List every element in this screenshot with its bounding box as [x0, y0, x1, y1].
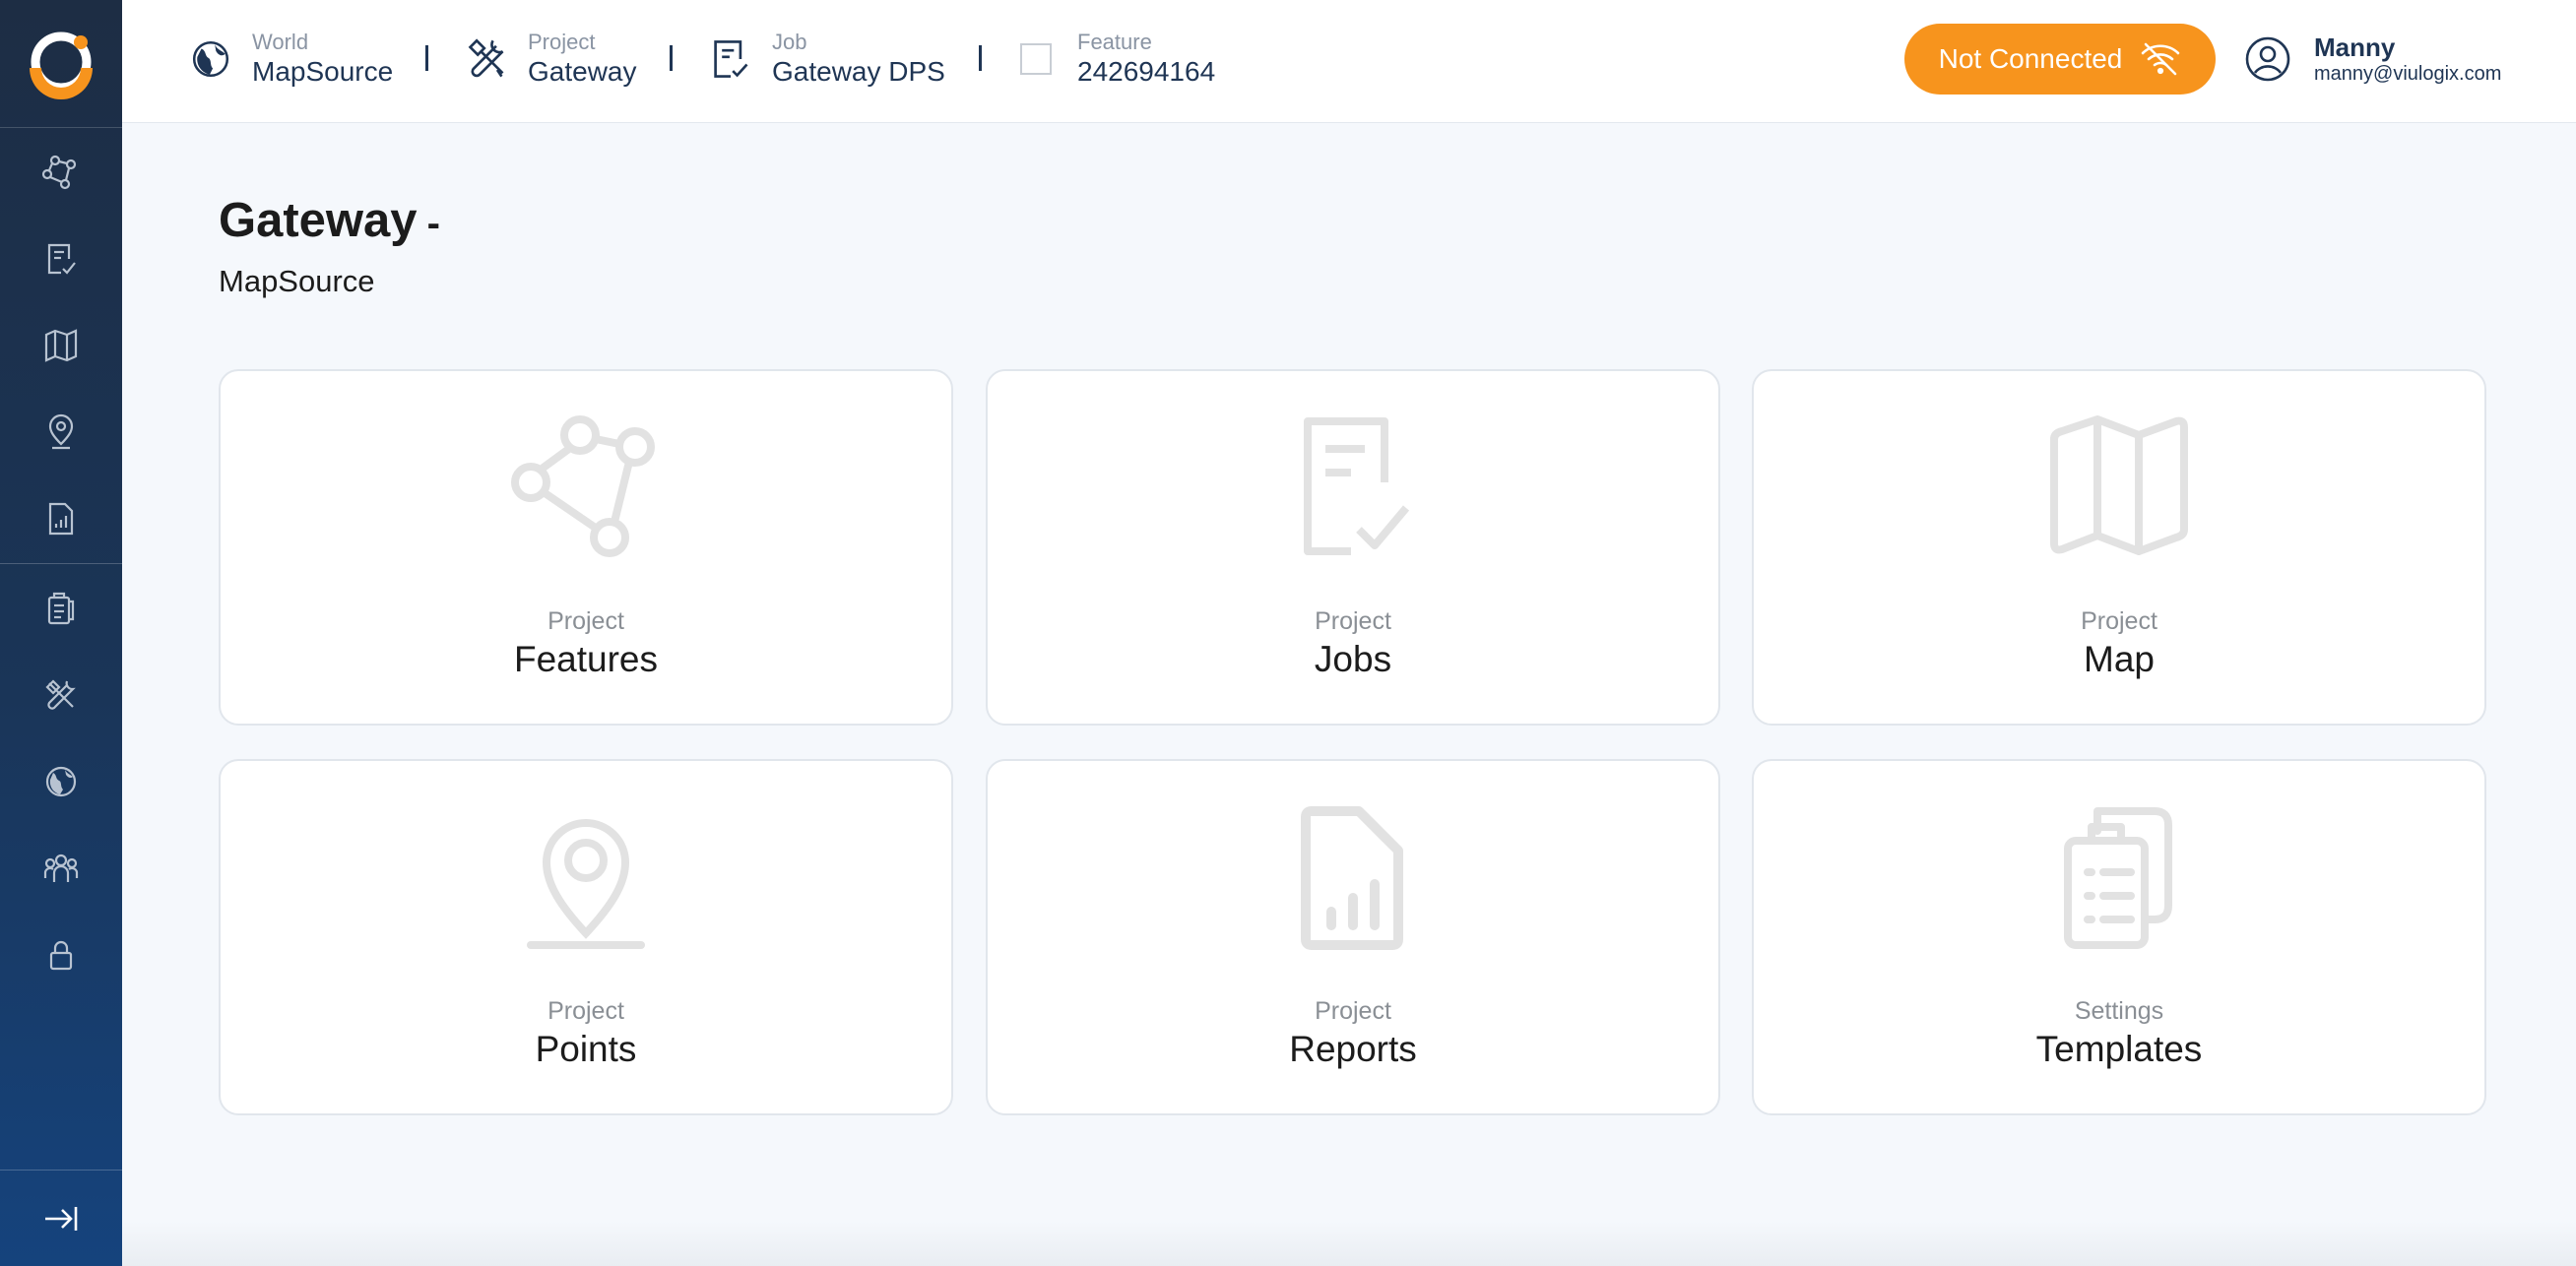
breadcrumb-feature[interactable]: Feature 242694164	[1012, 28, 1215, 91]
globe-icon	[187, 35, 234, 83]
map-icon	[2050, 415, 2188, 555]
report-chart-icon	[1301, 806, 1403, 950]
sidebar-item-users[interactable]	[0, 829, 122, 908]
report-chart-icon	[48, 502, 74, 536]
breadcrumb-feature-value: 242694164	[1077, 56, 1216, 87]
card-settings-templates[interactable]: Settings Templates	[1752, 759, 2486, 1115]
app-logo-icon	[30, 32, 93, 99]
card-label: Project	[1315, 607, 1391, 635]
card-title: Map	[2084, 639, 2155, 679]
card-label: Project	[1315, 997, 1391, 1025]
sidebar-item-templates[interactable]	[0, 569, 122, 648]
tools-icon	[463, 35, 510, 83]
card-title: Features	[513, 639, 658, 679]
sidebar-divider	[0, 563, 122, 564]
breadcrumb-world-value: MapSource	[252, 56, 394, 87]
breadcrumb-job-label: Job	[772, 30, 807, 54]
map-icon	[44, 329, 78, 362]
user-avatar-icon	[2243, 34, 2292, 84]
features-nodes-icon	[41, 155, 77, 190]
app-logo[interactable]	[0, 0, 122, 128]
card-project-map[interactable]: Project Map	[1752, 369, 2486, 726]
card-title: Reports	[1289, 1029, 1417, 1069]
card-title: Jobs	[1314, 639, 1392, 679]
card-project-reports[interactable]: Project Reports	[986, 759, 1720, 1115]
features-nodes-icon	[511, 415, 655, 557]
sidebar	[0, 0, 122, 1266]
jobs-checklist-icon	[1304, 417, 1410, 555]
breadcrumb-feature-label: Feature	[1077, 30, 1152, 54]
card-label: Settings	[2074, 997, 2164, 1025]
page-title: Gateway -	[219, 193, 440, 248]
clipboard-list-icon	[47, 592, 75, 625]
card-project-jobs[interactable]: Project Jobs	[986, 369, 1720, 726]
jobs-checklist-icon	[47, 243, 76, 275]
breadcrumb-world[interactable]: World MapSource	[187, 28, 393, 91]
page-subtitle: MapSource	[219, 264, 375, 298]
users-icon	[43, 854, 79, 882]
breadcrumb-world-label: World	[252, 30, 309, 54]
breadcrumb-project-value: Gateway	[528, 56, 637, 87]
sidebar-item-features[interactable]	[0, 133, 122, 212]
sidebar-item-worlds[interactable]	[0, 742, 122, 821]
user-email: manny@viulogix.com	[2314, 63, 2502, 85]
breadcrumb-separator	[979, 45, 982, 71]
sidebar-item-map[interactable]	[0, 306, 122, 385]
card-title: Points	[535, 1029, 637, 1069]
breadcrumb-job[interactable]: Job Gateway DPS	[707, 28, 945, 91]
page-title-text: Gateway	[219, 194, 418, 247]
jobs-checklist-icon	[707, 35, 754, 83]
sidebar-item-jobs[interactable]	[0, 220, 122, 298]
card-label: Project	[547, 997, 624, 1025]
card-project-points[interactable]: Project Points	[219, 759, 953, 1115]
breadcrumb-separator	[670, 45, 673, 71]
card-label: Project	[547, 607, 624, 635]
breadcrumb-job-value: Gateway DPS	[772, 56, 945, 87]
connection-status-button[interactable]: Not Connected	[1904, 24, 2216, 95]
page-title-dash: -	[426, 202, 440, 245]
card-title: Templates	[2035, 1029, 2203, 1069]
map-pin-icon	[48, 413, 74, 450]
breadcrumb-project[interactable]: Project Gateway	[463, 28, 637, 91]
card-label: Project	[2081, 607, 2157, 635]
breadcrumb-separator	[425, 45, 428, 71]
sidebar-item-security[interactable]	[0, 916, 122, 994]
map-pin-icon	[527, 819, 645, 949]
bottom-fade	[122, 1221, 2576, 1266]
globe-icon	[45, 766, 77, 797]
connection-status-label: Not Connected	[1938, 43, 2123, 74]
collapse-sidebar-button[interactable]	[0, 1170, 122, 1266]
sidebar-item-points[interactable]	[0, 393, 122, 472]
user-menu[interactable]: Manny manny@viulogix.com	[2243, 28, 2501, 91]
sidebar-item-reports[interactable]	[0, 479, 122, 558]
clipboard-list-icon	[2064, 807, 2172, 949]
feature-checkbox-icon	[1012, 35, 1060, 83]
breadcrumb-project-label: Project	[528, 30, 596, 54]
card-project-features[interactable]: Project Features	[219, 369, 953, 726]
tools-icon	[45, 679, 76, 710]
sidebar-item-projects[interactable]	[0, 656, 122, 734]
top-header: World MapSource Project Gateway Job Gate…	[122, 0, 2576, 123]
wifi-off-icon	[2142, 42, 2180, 76]
user-name: Manny	[2314, 32, 2396, 62]
lock-icon	[49, 940, 73, 971]
expand-sidebar-icon	[45, 1206, 78, 1231]
